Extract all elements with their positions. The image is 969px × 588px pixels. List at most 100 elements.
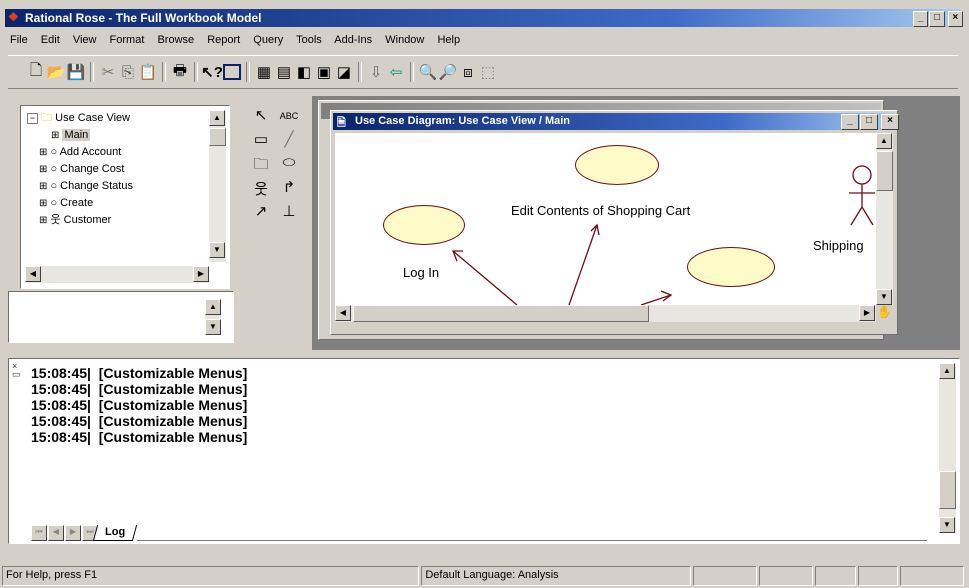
previous-diagram-icon[interactable]: ⇩ xyxy=(366,62,386,82)
minimize-button[interactable]: _ xyxy=(841,114,859,130)
log-vscrollbar[interactable]: ▲ ▼ xyxy=(939,363,956,533)
generalization-icon[interactable]: ⊥ xyxy=(275,202,303,226)
scroll-thumb[interactable] xyxy=(353,305,649,322)
selection-arrow-icon[interactable]: ↖ xyxy=(247,106,275,130)
maximize-button[interactable]: □ xyxy=(860,114,878,130)
scroll-down-icon[interactable]: ▼ xyxy=(205,319,221,335)
expand-icon[interactable]: ⊞ xyxy=(39,198,47,209)
close-button[interactable]: × xyxy=(947,11,963,27)
use-case-icon[interactable]: ⬭ xyxy=(275,154,303,178)
tree-item-add-account[interactable]: Add Account xyxy=(60,146,122,158)
browse-deployment-icon[interactable]: ▣ xyxy=(314,62,334,82)
browse-interaction-icon[interactable]: ▤ xyxy=(274,62,294,82)
scroll-right-icon[interactable]: ▶ xyxy=(859,305,875,321)
scroll-left-icon[interactable]: ◀ xyxy=(25,266,41,282)
minimize-button[interactable]: _ xyxy=(913,11,929,27)
anchor-line-icon[interactable]: ╱ xyxy=(275,130,303,154)
log-window[interactable]: × ▭ 15:08:45| [Customizable Menus] 15:08:… xyxy=(8,358,960,544)
scroll-up-icon[interactable]: ▲ xyxy=(876,133,892,149)
diagram-titlebar[interactable]: 🗎 Use Case Diagram: Use Case View / Main… xyxy=(333,113,899,130)
scroll-up-icon[interactable]: ▲ xyxy=(209,110,225,126)
save-icon[interactable]: 💾 xyxy=(66,62,86,82)
diagram-hscrollbar[interactable]: ◀ ▶ xyxy=(335,305,876,322)
browser-tree[interactable]: − 🗀 Use Case View ⊞ Main ⊞ ○ Add Account… xyxy=(20,105,230,289)
view-doc-icon[interactable] xyxy=(222,62,242,82)
open-icon[interactable]: 📂 xyxy=(46,62,66,82)
expand-icon[interactable]: ⊞ xyxy=(39,164,47,175)
zoom-in-icon[interactable]: 🔍 xyxy=(418,62,438,82)
tree-item-change-cost[interactable]: Change Cost xyxy=(60,163,124,175)
expand-icon[interactable]: ⊞ xyxy=(39,215,47,226)
diagram-window-icon: 🗎 xyxy=(337,117,346,129)
zoom-out-icon[interactable]: 🔎 xyxy=(438,62,458,82)
tree-vscrollbar[interactable]: ▲ ▼ xyxy=(209,110,226,262)
log-tab-label[interactable]: Log xyxy=(105,526,125,538)
cut-icon[interactable]: ✂ xyxy=(98,62,118,82)
text-box-icon[interactable]: ABC xyxy=(275,106,303,130)
close-button[interactable]: × xyxy=(881,114,899,130)
scroll-thumb[interactable] xyxy=(209,128,226,146)
scroll-down-icon[interactable]: ▼ xyxy=(939,517,955,533)
log-dock-icon[interactable]: × ▭ xyxy=(12,362,22,380)
first-tab-icon[interactable]: ⏮ xyxy=(31,525,47,541)
copy-icon[interactable]: ⎘ xyxy=(118,62,138,82)
window-controls: _ □ × xyxy=(913,11,963,27)
size-grip-icon[interactable]: ✋ xyxy=(876,305,893,322)
scroll-up-icon[interactable]: ▲ xyxy=(939,363,955,379)
package-icon[interactable]: 🗀 xyxy=(247,154,275,178)
diagram-canvas[interactable]: Edit Contents of Shopping Cart Log In Sh… xyxy=(335,133,876,305)
scroll-up-icon[interactable]: ▲ xyxy=(205,299,221,315)
fit-window-icon[interactable]: ⧈ xyxy=(458,62,478,82)
tree-root[interactable]: Use Case View xyxy=(55,112,130,124)
scroll-thumb[interactable] xyxy=(939,471,956,509)
new-icon[interactable]: 🗋 xyxy=(26,62,46,82)
back-arrow-icon[interactable]: ⇦ xyxy=(386,62,406,82)
menu-query[interactable]: Query xyxy=(253,34,283,46)
expand-icon[interactable]: ⊞ xyxy=(39,147,47,158)
dependency-icon[interactable]: ↗ xyxy=(247,202,275,226)
browse-class-icon[interactable]: ▦ xyxy=(254,62,274,82)
documentation-pane[interactable]: ▲ ▼ xyxy=(8,291,234,343)
actor-icon[interactable]: 웃 xyxy=(247,178,275,202)
undo-fit-icon[interactable]: ⬚ xyxy=(478,62,498,82)
paste-icon[interactable]: 📋 xyxy=(138,62,158,82)
tree-hscrollbar[interactable]: ◀ ▶ xyxy=(25,266,209,283)
collapse-icon[interactable]: − xyxy=(27,113,38,124)
next-tab-icon[interactable]: ▶ xyxy=(65,525,81,541)
tree-item-main[interactable]: Main xyxy=(62,129,91,141)
scroll-down-icon[interactable]: ▼ xyxy=(876,289,892,305)
unidirectional-assoc-icon[interactable]: ↱ xyxy=(275,178,303,202)
tree-item-customer[interactable]: Customer xyxy=(64,214,112,226)
status-cell xyxy=(815,566,856,586)
scroll-down-icon[interactable]: ▼ xyxy=(209,242,225,258)
menu-browse[interactable]: Browse xyxy=(157,34,194,46)
diagram-vscrollbar[interactable]: ▲ ▼ xyxy=(876,133,893,305)
print-icon[interactable]: 🖶 xyxy=(170,62,190,82)
browse-parent-icon[interactable]: ◪ xyxy=(334,62,354,82)
browse-component-icon[interactable]: ◧ xyxy=(294,62,314,82)
doc-vscrollbar[interactable]: ▲ ▼ xyxy=(205,299,221,335)
scroll-thumb[interactable] xyxy=(876,151,893,191)
diagram-window-controls: _ □ × xyxy=(841,114,899,130)
tree-item-change-status[interactable]: Change Status xyxy=(60,180,133,192)
menu-file[interactable]: File xyxy=(10,34,28,46)
scroll-left-icon[interactable]: ◀ xyxy=(335,305,351,321)
actor-shipping-figure[interactable] xyxy=(845,165,876,233)
menu-window[interactable]: Window xyxy=(385,34,424,46)
tree-item-create[interactable]: Create xyxy=(60,197,93,209)
menu-addins[interactable]: Add-Ins xyxy=(334,34,372,46)
menu-help[interactable]: Help xyxy=(437,34,460,46)
maximize-button[interactable]: □ xyxy=(929,11,945,27)
menu-view[interactable]: View xyxy=(73,34,97,46)
prev-tab-icon[interactable]: ◀ xyxy=(48,525,64,541)
scroll-right-icon[interactable]: ▶ xyxy=(193,266,209,282)
status-cell xyxy=(857,566,899,586)
menu-edit[interactable]: Edit xyxy=(41,34,60,46)
diagram-window[interactable]: 🗎 Use Case Diagram: Use Case View / Main… xyxy=(330,110,899,335)
expand-icon[interactable]: ⊞ xyxy=(39,181,47,192)
menu-format[interactable]: Format xyxy=(110,34,145,46)
menu-tools[interactable]: Tools xyxy=(296,34,322,46)
menu-report[interactable]: Report xyxy=(207,34,240,46)
note-icon[interactable]: ▭ xyxy=(247,130,275,154)
context-help-icon[interactable]: ↖? xyxy=(201,62,223,82)
